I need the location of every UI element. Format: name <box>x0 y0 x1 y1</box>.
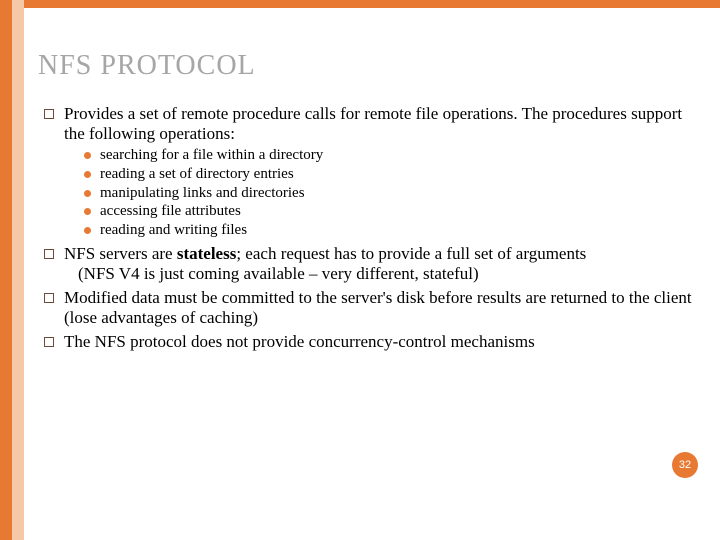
bullet-note: (NFS V4 is just coming available – very … <box>64 264 700 284</box>
bullet-text: The NFS protocol does not provide concur… <box>64 332 535 351</box>
sub-bullet-list: searching for a file within a directory … <box>64 146 700 240</box>
bullet-text-pre: NFS servers are <box>64 244 177 263</box>
sub-bullet-text: reading a set of directory entries <box>100 166 294 182</box>
bullet-item: NFS servers are stateless; each request … <box>42 244 700 284</box>
page-number: 32 <box>679 459 691 471</box>
bullet-text: Provides a set of remote procedure calls… <box>64 104 682 143</box>
bullet-item: Provides a set of remote procedure calls… <box>42 104 700 240</box>
border-left-inner <box>12 0 24 540</box>
bullet-text-post: ; each request has to provide a full set… <box>236 244 586 263</box>
sub-bullet-item: accessing file attributes <box>82 202 700 221</box>
sub-bullet-item: manipulating links and directories <box>82 184 700 203</box>
bullet-text: Modified data must be committed to the s… <box>64 288 692 327</box>
sub-bullet-item: reading and writing files <box>82 221 700 240</box>
sub-bullet-text: reading and writing files <box>100 222 247 238</box>
sub-bullet-item: searching for a file within a directory <box>82 146 700 165</box>
bullet-text-bold: stateless <box>177 244 236 263</box>
sub-bullet-text: accessing file attributes <box>100 203 241 219</box>
bullet-item: The NFS protocol does not provide concur… <box>42 332 700 352</box>
bullet-list: Provides a set of remote procedure calls… <box>38 104 700 352</box>
page-number-badge: 32 <box>672 452 698 478</box>
slide-content: NFS PROTOCOL Provides a set of remote pr… <box>38 50 700 356</box>
border-top <box>0 0 720 8</box>
slide-title: NFS PROTOCOL <box>38 50 700 82</box>
sub-bullet-text: searching for a file within a directory <box>100 147 323 163</box>
sub-bullet-item: reading a set of directory entries <box>82 165 700 184</box>
sub-bullet-text: manipulating links and directories <box>100 185 305 201</box>
bullet-item: Modified data must be committed to the s… <box>42 288 700 328</box>
